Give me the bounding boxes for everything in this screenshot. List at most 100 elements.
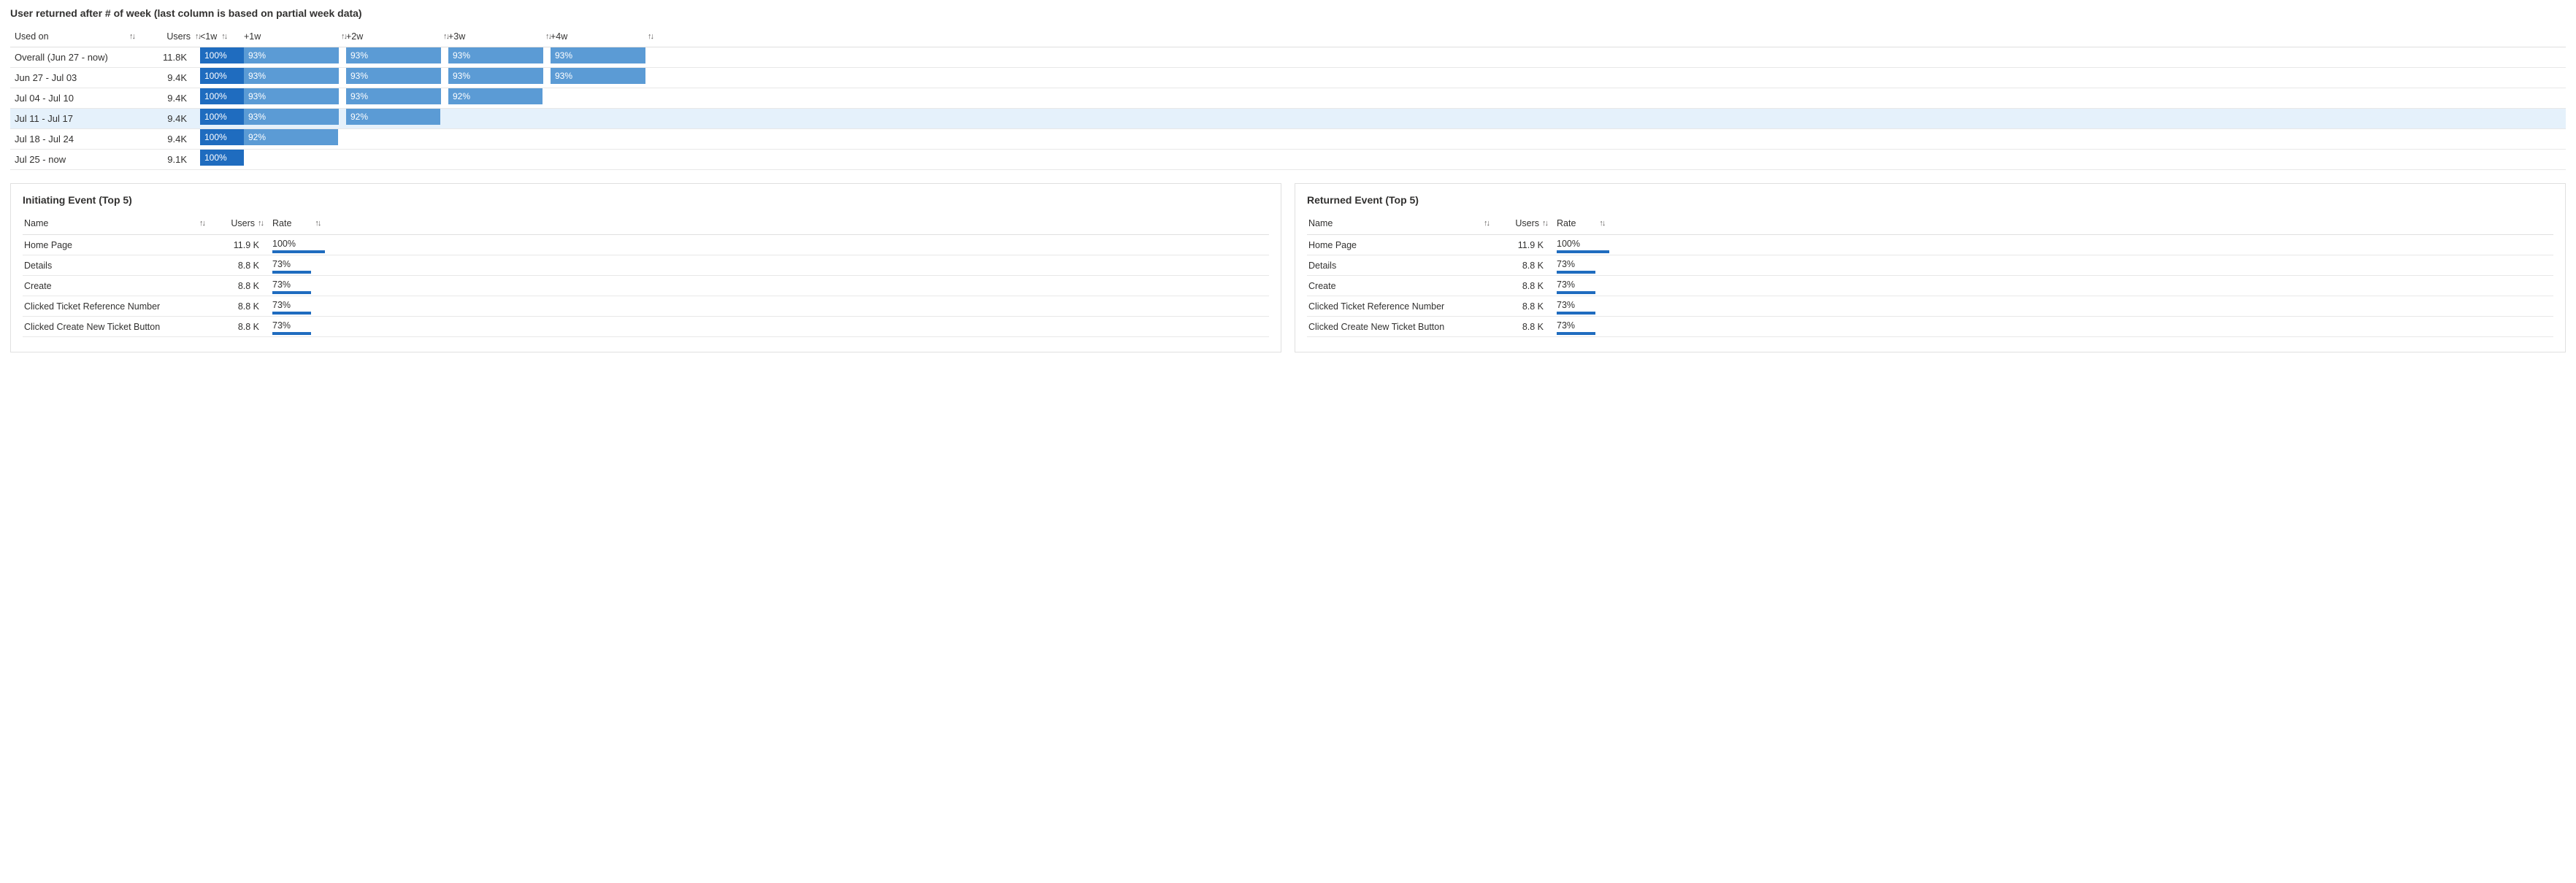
col-rate-label: Rate xyxy=(272,218,291,228)
cohort-label: Jul 25 - now xyxy=(10,149,134,169)
returned-title: Returned Event (Top 5) xyxy=(1307,194,2553,206)
rate-bar xyxy=(272,312,311,315)
retention-cell xyxy=(551,128,653,149)
retention-row[interactable]: Jul 11 - Jul 179.4K100%93% 92% xyxy=(10,108,2566,128)
retention-bar: 100% xyxy=(200,47,244,63)
retention-cell xyxy=(551,149,653,169)
table-row[interactable]: Home Page11.9 K100% xyxy=(1307,235,2553,255)
event-users: 8.8 K xyxy=(205,296,264,317)
retention-cell xyxy=(448,108,551,128)
event-users: 8.8 K xyxy=(205,255,264,276)
event-users: 8.8 K xyxy=(1490,296,1548,317)
sort-icon[interactable]: ↑↓ xyxy=(199,219,204,228)
retention-cell: 100% xyxy=(200,128,244,149)
sort-icon[interactable]: ↑↓ xyxy=(315,219,320,228)
sort-icon[interactable]: ↑↓ xyxy=(221,32,226,41)
table-row[interactable]: Home Page11.9 K100% xyxy=(23,235,1269,255)
retention-cell: 93% xyxy=(346,47,448,67)
rate-label: 73% xyxy=(272,279,291,290)
col-p1w-label: +1w xyxy=(244,31,261,42)
table-row[interactable]: Details8.8 K73% xyxy=(1307,255,2553,276)
rate-bar xyxy=(1557,312,1595,315)
table-row[interactable]: Details8.8 K73% xyxy=(23,255,1269,276)
retention-bar: 100% xyxy=(200,68,244,84)
sort-icon[interactable]: ↑↓ xyxy=(443,32,448,41)
retention-bar: 93% xyxy=(448,47,543,63)
sort-icon[interactable]: ↑↓ xyxy=(341,32,346,41)
table-row[interactable]: Create8.8 K 73% xyxy=(23,276,1269,296)
sort-icon[interactable]: ↑↓ xyxy=(1599,219,1604,228)
cohort-label: Overall (Jun 27 - now) xyxy=(10,47,134,67)
retention-cell xyxy=(551,88,653,108)
sort-icon[interactable]: ↑↓ xyxy=(545,32,551,41)
returned-table: Name ↑↓ Users ↑↓ Rate xyxy=(1307,213,2553,338)
retention-row[interactable]: Jun 27 - Jul 039.4K100%93%93%93%93% xyxy=(10,67,2566,88)
event-rate: 100% xyxy=(264,235,1269,255)
retention-bar: 92% xyxy=(448,88,543,104)
retention-row[interactable]: Jul 25 - now9.1K100% xyxy=(10,149,2566,169)
retention-row[interactable]: Overall (Jun 27 - now)11.8K100%93%93%93%… xyxy=(10,47,2566,67)
rate-bar xyxy=(1557,271,1595,274)
retention-bar: 93% xyxy=(448,68,543,84)
retention-bar: 93% xyxy=(244,109,339,125)
rate-bar xyxy=(272,250,325,253)
event-name: Clicked Create New Ticket Button xyxy=(23,317,205,337)
table-row[interactable]: Create8.8 K73% xyxy=(1307,276,2553,296)
retention-table: Used on ↑↓ Users ↑↓ <1w ↑↓ +1w xyxy=(10,26,2566,170)
rate-bar xyxy=(1557,291,1595,294)
rate-label: 73% xyxy=(1557,279,1575,290)
retention-title: User returned after # of week (last colu… xyxy=(10,7,2566,19)
rate-bar xyxy=(272,332,311,335)
retention-cell: 93% xyxy=(448,67,551,88)
cohort-label: Jul 11 - Jul 17 xyxy=(10,108,134,128)
table-row[interactable]: Clicked Create New Ticket Button8.8 K73% xyxy=(1307,317,2553,337)
retention-row[interactable]: Jul 04 - Jul 109.4K100%93%93%92% xyxy=(10,88,2566,108)
cohort-users: 9.4K xyxy=(134,128,200,149)
rate-label: 73% xyxy=(1557,320,1575,331)
retention-cell xyxy=(346,149,448,169)
col-p2w-label: +2w xyxy=(346,31,363,42)
retention-cell xyxy=(244,149,346,169)
event-users: 8.8 K xyxy=(205,317,264,337)
sort-icon[interactable]: ↑↓ xyxy=(1484,219,1489,228)
cohort-users: 11.8K xyxy=(134,47,200,67)
cohort-label: Jul 04 - Jul 10 xyxy=(10,88,134,108)
retention-bar: 100% xyxy=(200,109,244,125)
sort-icon[interactable]: ↑↓ xyxy=(129,32,134,41)
event-name: Home Page xyxy=(1307,235,1490,255)
sort-icon[interactable]: ↑↓ xyxy=(195,32,200,41)
retention-bar: 93% xyxy=(551,47,645,63)
cohort-users: 9.4K xyxy=(134,88,200,108)
retention-bar: 93% xyxy=(244,88,339,104)
col-rate-label: Rate xyxy=(1557,218,1576,228)
retention-row[interactable]: Jul 18 - Jul 249.4K100%92% xyxy=(10,128,2566,149)
event-users: 8.8 K xyxy=(205,276,264,296)
cohort-users: 9.1K xyxy=(134,149,200,169)
rate-bar xyxy=(272,271,311,274)
col-users-label: Users xyxy=(1515,218,1539,228)
rate-bar xyxy=(1557,250,1609,253)
event-name: Create xyxy=(23,276,205,296)
cohort-users: 9.4K xyxy=(134,67,200,88)
retention-cell: 92% xyxy=(346,108,448,128)
table-row[interactable]: Clicked Create New Ticket Button8.8 K73% xyxy=(23,317,1269,337)
sort-icon[interactable]: ↑↓ xyxy=(1542,219,1547,228)
event-name: Clicked Ticket Reference Number xyxy=(23,296,205,317)
event-name: Create xyxy=(1307,276,1490,296)
rate-label: 73% xyxy=(272,259,291,269)
table-row[interactable]: Clicked Ticket Reference Number8.8 K73% xyxy=(1307,296,2553,317)
initiating-title: Initiating Event (Top 5) xyxy=(23,194,1269,206)
table-row[interactable]: Clicked Ticket Reference Number8.8 K73% xyxy=(23,296,1269,317)
retention-bar: 93% xyxy=(346,68,441,84)
cohort-users: 9.4K xyxy=(134,108,200,128)
sort-icon[interactable]: ↑↓ xyxy=(648,32,653,41)
event-users: 11.9 K xyxy=(205,235,264,255)
event-cards: Initiating Event (Top 5) Name ↑↓ Users xyxy=(10,183,2566,353)
event-rate: 73% xyxy=(1548,296,2553,317)
sort-icon[interactable]: ↑↓ xyxy=(258,219,263,228)
retention-cell: 92% xyxy=(448,88,551,108)
col-p4w-label: +4w xyxy=(551,31,567,42)
retention-bar: 92% xyxy=(244,129,338,145)
cohort-label: Jul 18 - Jul 24 xyxy=(10,128,134,149)
retention-cell: 93% xyxy=(244,47,346,67)
